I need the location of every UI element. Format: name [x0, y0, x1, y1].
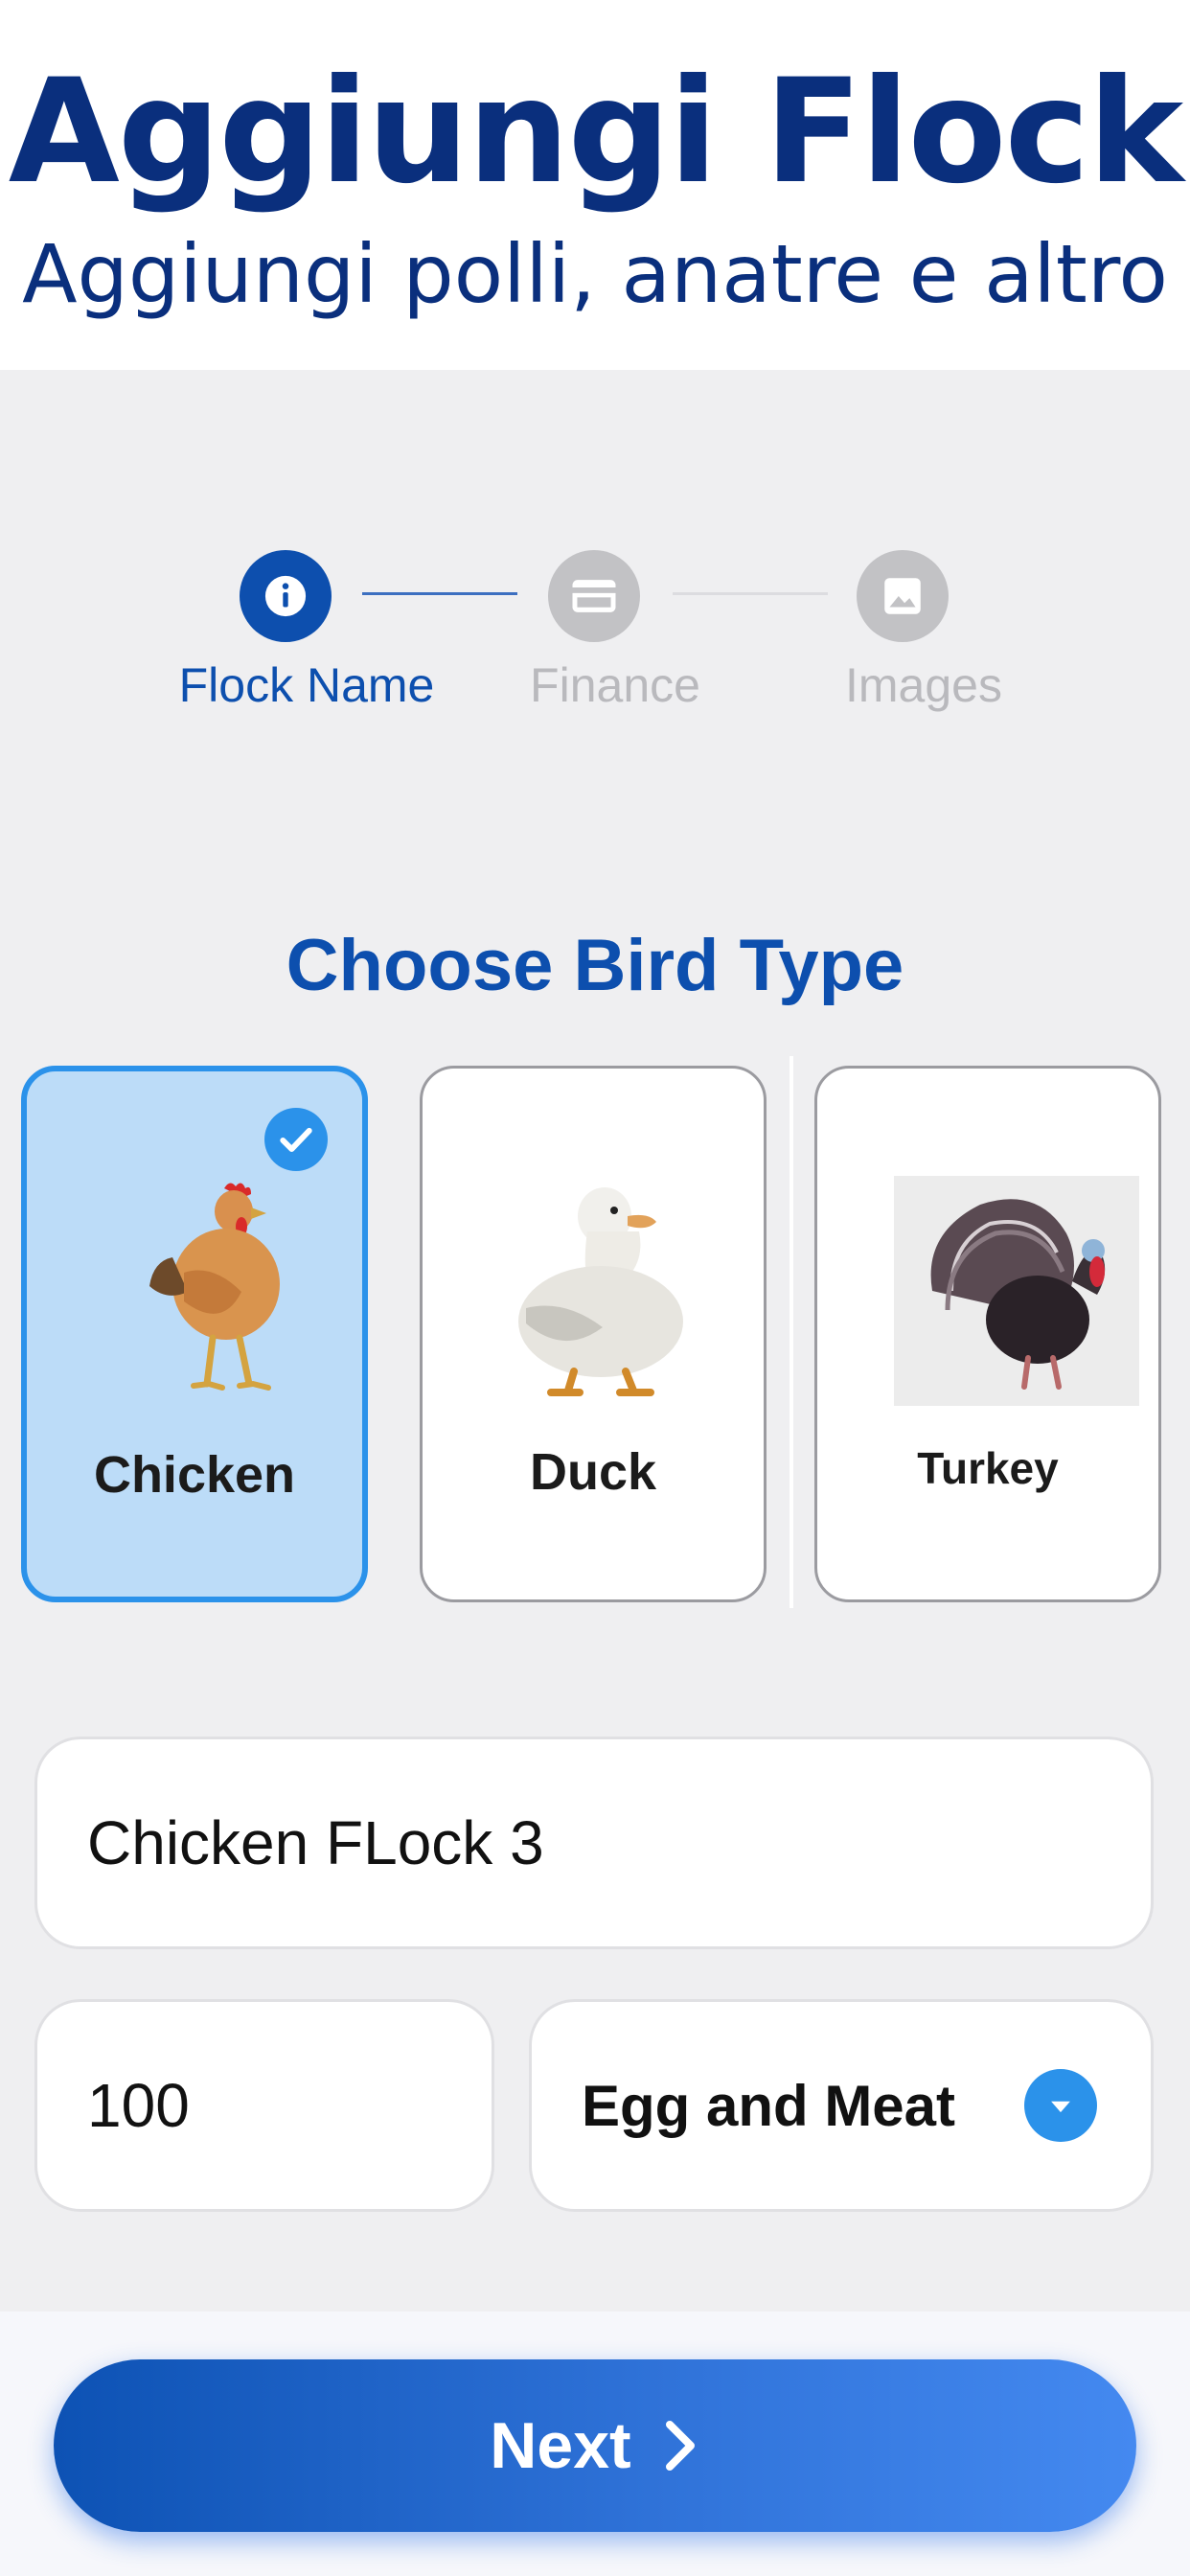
bird-name: Chicken	[93, 1446, 296, 1504]
flock-name-value: Chicken FLock 3	[87, 1808, 544, 1877]
step-flock-name[interactable]: Flock Name	[179, 550, 434, 713]
turkey-image	[894, 1176, 1139, 1411]
quantity-value: 100	[87, 2071, 190, 2140]
step-finance[interactable]: Finance	[530, 550, 700, 713]
bird-name: Turkey	[917, 1443, 1059, 1493]
next-button[interactable]: Next	[54, 2359, 1136, 2532]
next-button-label: Next	[490, 2409, 631, 2482]
section-title: Choose Bird Type	[286, 925, 904, 1006]
check-icon	[264, 1108, 328, 1171]
info-icon	[240, 550, 332, 642]
image-icon	[857, 550, 949, 642]
step-images[interactable]: Images	[845, 550, 1002, 713]
header: Aggiungi Flock Aggiungi polli, anatre e …	[0, 0, 1190, 370]
bird-card-chicken[interactable]: Chicken	[21, 1066, 368, 1602]
page-title: Aggiungi Flock	[8, 49, 1183, 216]
chevron-down-icon[interactable]	[1024, 2069, 1097, 2142]
purpose-value: Egg and Meat	[582, 2073, 956, 2138]
card-icon	[548, 550, 640, 642]
step-connector-2	[673, 592, 828, 595]
flock-name-input[interactable]: Chicken FLock 3	[34, 1736, 1154, 1949]
step-connector-1	[362, 592, 517, 595]
step-label: Images	[845, 658, 1002, 712]
duck-image	[507, 1174, 698, 1409]
bird-card-turkey[interactable]: Turkey	[814, 1066, 1161, 1602]
chevron-right-icon	[658, 2417, 700, 2474]
bird-card-duck[interactable]: Duck	[420, 1066, 767, 1602]
card-divider	[790, 1056, 793, 1608]
bird-name: Duck	[529, 1443, 657, 1501]
purpose-dropdown[interactable]: Egg and Meat	[529, 1999, 1154, 2212]
chicken-image	[146, 1177, 299, 1412]
quantity-input[interactable]: 100	[34, 1999, 494, 2212]
page-subtitle: Aggiungi polli, anatre e altro	[22, 227, 1168, 321]
